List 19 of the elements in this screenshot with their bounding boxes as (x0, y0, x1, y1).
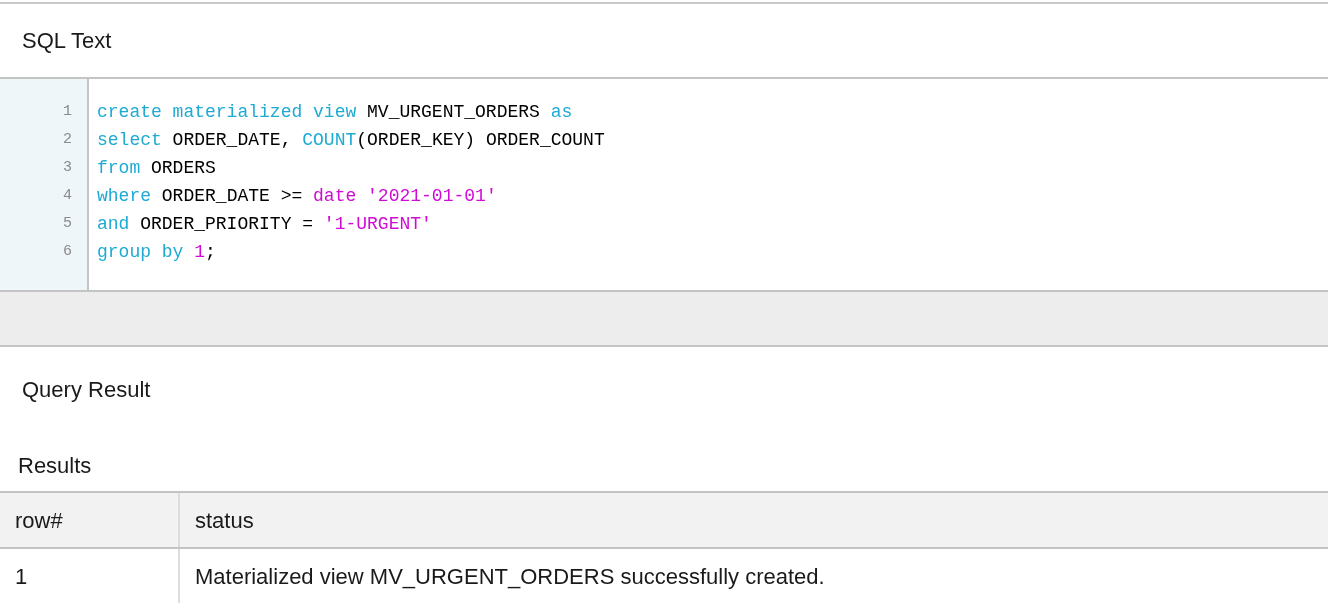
table-cell-text: Materialized view MV_URGENT_ORDERS successfully created. (194, 562, 826, 591)
line-number: 2 (62, 130, 73, 150)
code-line: create materialized view MV_URGENT_ORDERS as (97, 101, 574, 124)
section-title: Results (18, 453, 92, 478)
line-number: 1 (62, 102, 73, 122)
table-cell: 1 (0, 549, 180, 603)
line-number: 3 (62, 158, 73, 178)
code-line: from ORDERS (97, 157, 217, 180)
code-line: group by 1; (97, 241, 217, 264)
column-header: row# (0, 493, 180, 547)
panel-title: SQL Text (22, 27, 112, 55)
code-line: select ORDER_DATE, COUNT(ORDER_KEY) ORDER_COUNT (97, 129, 606, 152)
line-number: 5 (62, 214, 73, 234)
code-line: and ORDER_PRIORITY = '1-URGENT' (97, 213, 433, 236)
code-line: where ORDER_DATE >= date '2021-01-01' (97, 185, 498, 208)
panel-title: Query Result (22, 377, 151, 402)
column-header: status (194, 506, 255, 535)
line-number: 4 (62, 186, 73, 206)
line-number: 6 (62, 242, 73, 262)
